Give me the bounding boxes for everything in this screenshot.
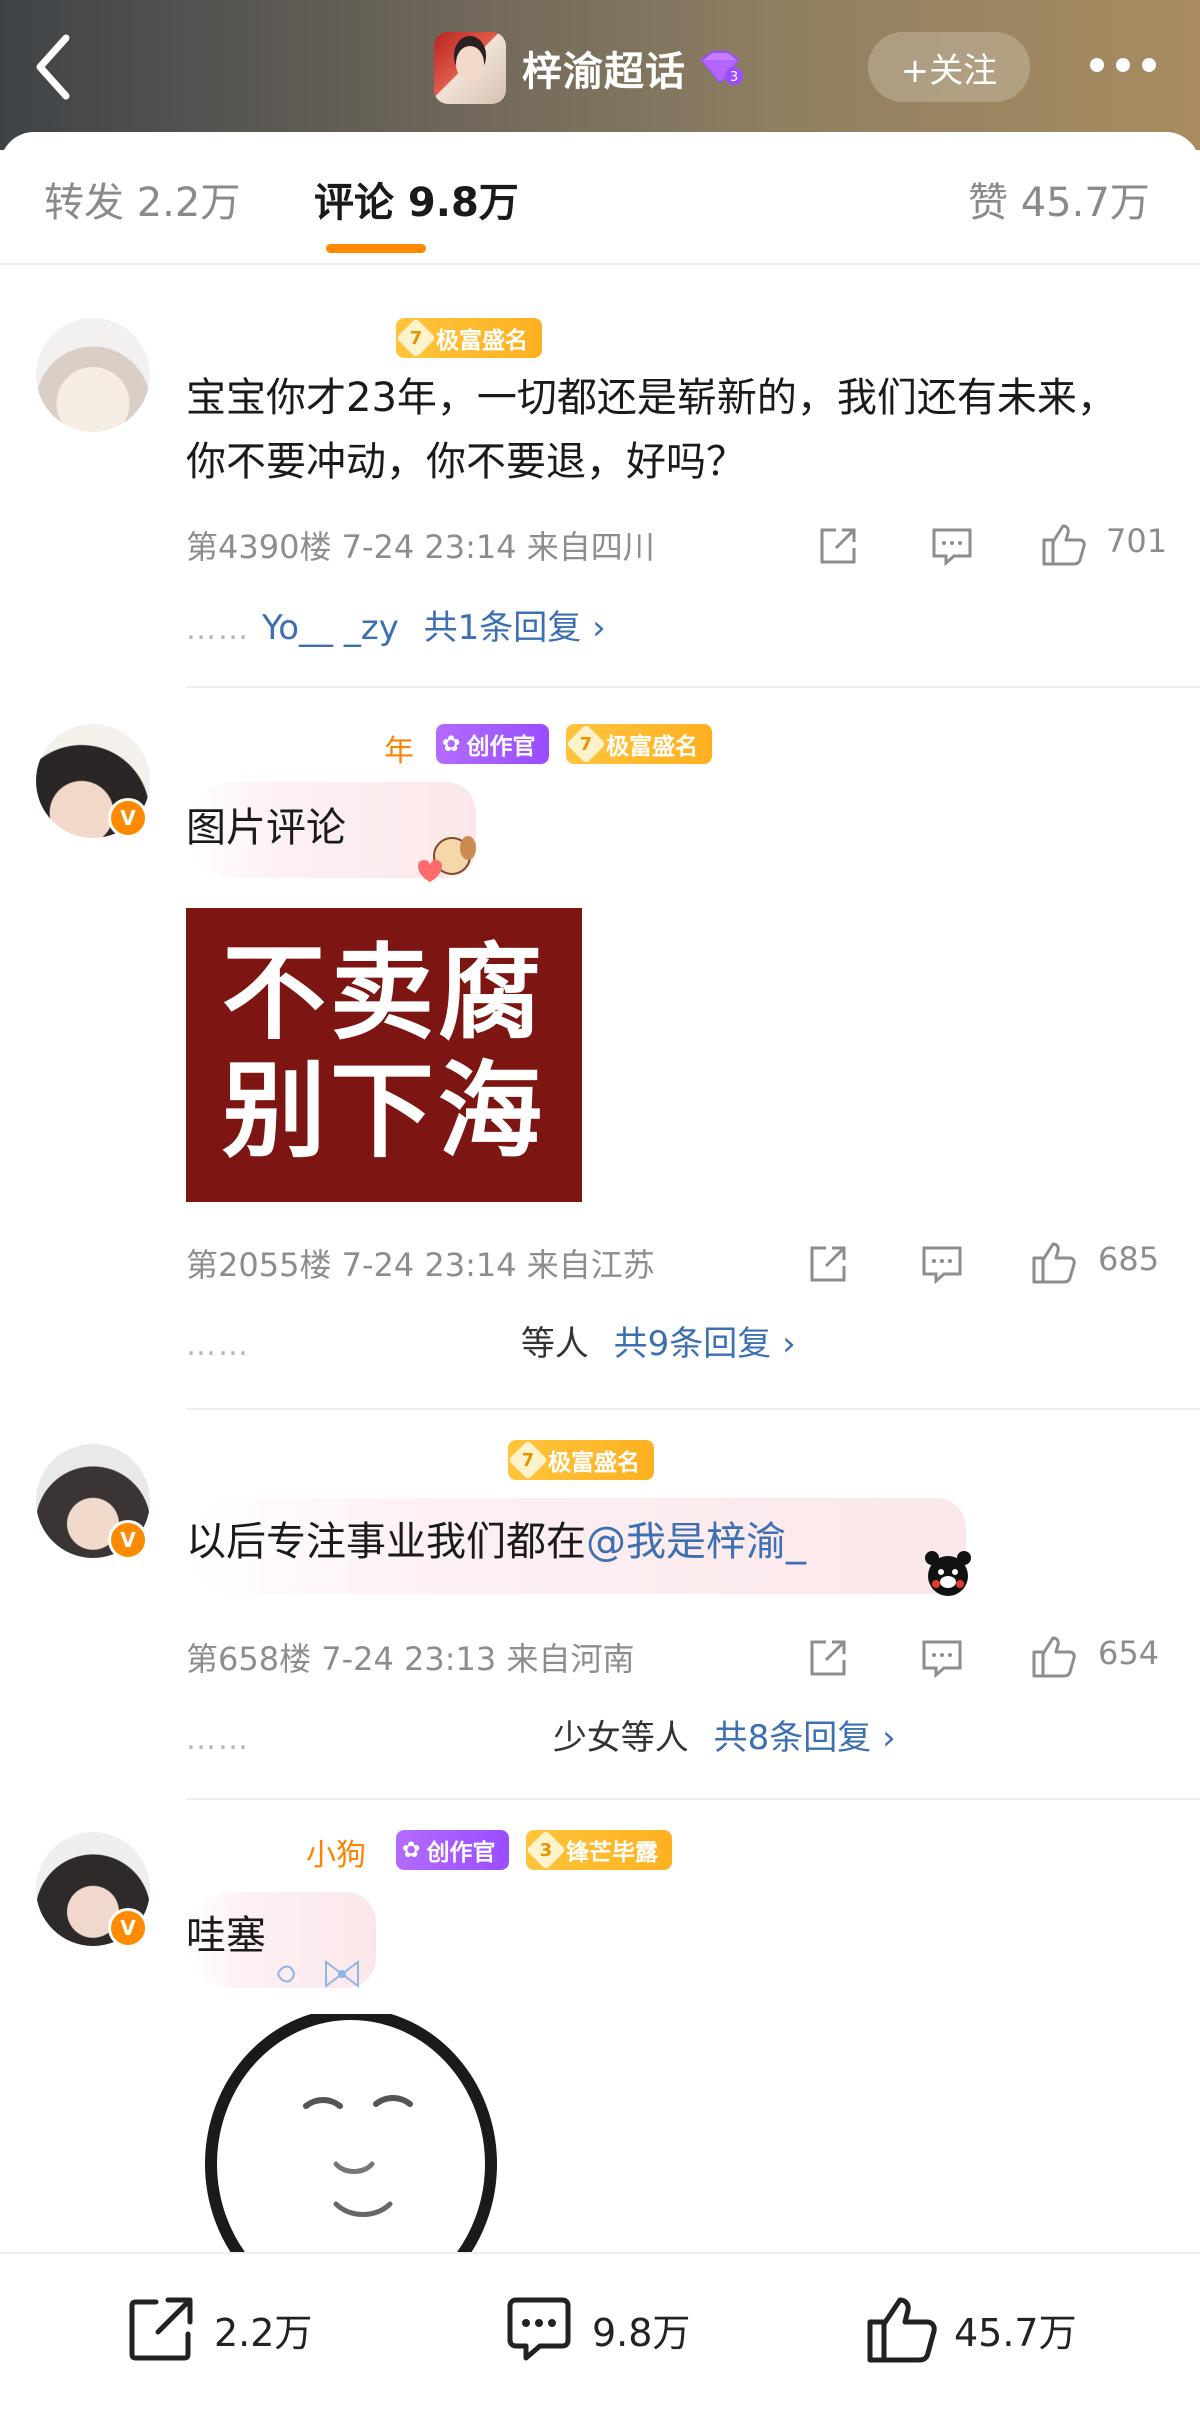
replies-link[interactable]: …… 等人 共9条回复 › [186,1316,796,1365]
share-icon[interactable] [806,1636,850,1680]
level-gem-icon: 3 [700,51,743,85]
rank-badge[interactable]: 3 锋芒毕露 [526,1830,672,1870]
replies-count: 共1条回复 [423,608,582,648]
replies-link[interactable]: …… Yo__ _zy 共1条回复 › [186,600,606,649]
comment-icon[interactable] [920,1636,964,1680]
comment-text: 图片评论 [186,805,346,851]
like-count: 701 [1106,522,1168,560]
username[interactable]: 小狗 [306,1830,366,1874]
bow-sticker-icon [276,1960,359,1988]
avatar[interactable] [36,318,150,432]
image-text-line: 不卖腐 [221,932,546,1054]
replies-count: 共8条回复 [713,1718,872,1758]
fame-badge[interactable]: 7 极富盛名 [508,1440,654,1480]
divider [0,263,1200,265]
follow-button[interactable]: +关注 [868,32,1030,102]
comment-meta: 第658楼 7-24 23:13 来自河南 [186,1640,635,1678]
top-nav-bar: 梓渝超话 3 +关注 [0,0,1200,150]
verified-badge-icon: V [108,798,148,838]
replies-names: 少女等人 [552,1718,689,1758]
creator-badge[interactable]: ✿ 创作官 [396,1830,510,1870]
tab-bar: 转发 2.2万 评论 9.8万 赞 45.7万 [0,132,1200,265]
supertopic-avatar [434,32,506,104]
like-thumb-icon[interactable] [1030,1632,1078,1680]
share-icon [129,2297,193,2361]
fame-badge[interactable]: 7 极富盛名 [566,724,712,764]
fame-badge[interactable]: 7 极富盛名 [396,318,542,358]
share-icon[interactable] [816,524,860,568]
chevron-right-icon: › [782,1324,796,1364]
like-thumb-icon [867,2297,937,2363]
like-button[interactable]: 45.7万 [864,2294,1077,2364]
comment-icon[interactable] [930,524,974,568]
comment-button[interactable]: 9.8万 [502,2294,690,2364]
more-dots-icon[interactable] [1090,56,1160,76]
username-redacted [300,316,380,342]
comment-text: 宝宝你才23年，一切都还是崭新的，我们还有未来，你不要冲动，你不要退，好吗？ [186,375,1117,485]
comment-text: 以后专注事业我们都在@我是梓渝_ [186,1519,806,1565]
verified-badge-icon: V [108,1908,148,1948]
comment-item: V 7 极富盛名 以后专注事业我们都在@我是梓渝_ 第658楼 7-24 23:1… [0,1420,1200,1800]
divider [186,686,1200,688]
active-tab-indicator [326,244,426,253]
replies-count: 共9条回复 [613,1324,772,1364]
badge-level: 7 [409,327,423,349]
comment-item: 7 极富盛名 宝宝你才23年，一切都还是崭新的，我们还有未来，你不要冲动，你不要… [0,282,1200,688]
comment-icon[interactable] [920,1242,964,1286]
chevron-left-icon[interactable] [30,30,76,104]
repost-count: 2.2万 [214,2310,313,2355]
supertopic-title-group[interactable]: 梓渝超话 3 [434,28,744,108]
verified-badge-icon: V [108,1520,148,1560]
supertopic-title: 梓渝超话 [522,49,686,95]
bottom-action-bar: 2.2万 9.8万 45.7万 [0,2252,1200,2413]
like-count: 654 [1098,1634,1160,1672]
creator-icon: ✿ [442,731,461,757]
comment-item: V 年 ✿ 创作官 7 极富盛名 图片评论 不卖腐 别下海 第2055楼 7-24 … [0,700,1200,1420]
tab-likes[interactable]: 赞 45.7万 [968,170,1150,228]
replies-names: Yo__ _zy [262,608,399,648]
username[interactable]: 年 [384,726,414,770]
comment-item: V 小狗 ✿ 创作官 3 锋芒毕露 哇塞 [0,1800,1200,2252]
comment-count: 9.8万 [592,2310,691,2355]
repost-button[interactable]: 2.2万 [124,2294,312,2364]
replies-link[interactable]: …… 少女等人 共8条回复 › [186,1710,896,1759]
level-number: 3 [730,70,738,85]
chevron-right-icon: › [592,608,606,648]
like-thumb-icon[interactable] [1040,520,1088,568]
dog-sticker-icon [418,836,476,882]
like-thumb-icon[interactable] [1030,1238,1078,1286]
divider [186,1408,1200,1410]
comment-image[interactable]: 不卖腐 别下海 [186,908,582,1202]
share-icon[interactable] [806,1242,850,1286]
image-text-line: 别下海 [221,1050,546,1172]
chevron-right-icon: › [882,1718,896,1758]
comment-meta: 第2055楼 7-24 23:14 来自江苏 [186,1246,655,1284]
tab-repost[interactable]: 转发 2.2万 [44,170,240,228]
creator-badge[interactable]: ✿ 创作官 [436,724,550,764]
replies-names: 等人 [520,1324,589,1364]
like-count: 685 [1098,1240,1160,1278]
tab-comments[interactable]: 评论 9.8万 [314,170,519,228]
meme-face-image[interactable] [186,2014,606,2252]
mention-link[interactable]: @我是梓渝_ [586,1519,806,1565]
like-count: 45.7万 [954,2310,1077,2355]
comment-meta: 第4390楼 7-24 23:14 来自四川 [186,528,655,566]
badge-label: 极富盛名 [436,328,528,354]
bear-sticker-icon [925,1551,971,1596]
comment-icon [507,2297,571,2361]
